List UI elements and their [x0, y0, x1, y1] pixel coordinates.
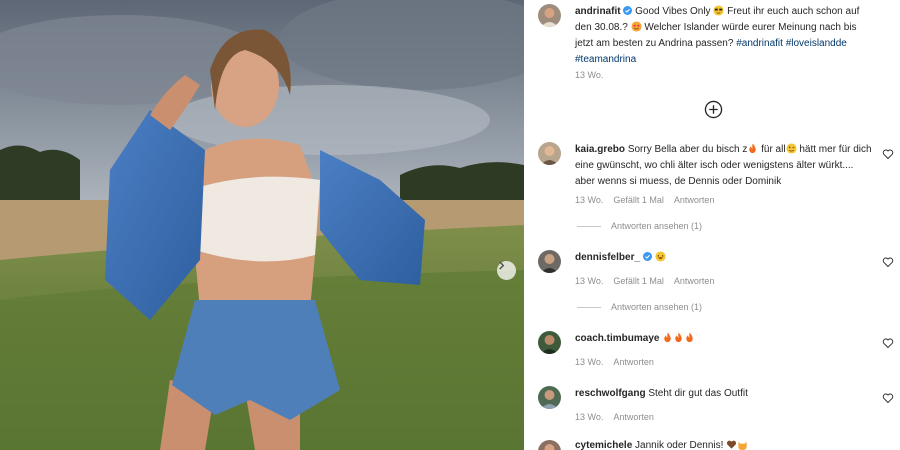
comment-text: coach.timbumaye: [575, 331, 875, 347]
cat-emoji-icon: [738, 441, 747, 450]
view-replies-button[interactable]: Antworten ansehen (1): [577, 302, 702, 312]
next-image-button[interactable]: [497, 261, 516, 280]
replies-divider: [577, 225, 601, 227]
hashtag[interactable]: #teamandrina: [575, 54, 636, 65]
brown-heart-emoji-icon: [727, 440, 737, 449]
fire-emoji-icon: [686, 332, 693, 343]
comment-text: reschwolfgang Steht dir gut das Outfit: [575, 386, 875, 402]
comment-body: Steht dir gut das Outfit: [648, 388, 748, 399]
heart-eyes-emoji-icon: [631, 21, 642, 32]
post-photo: [0, 0, 524, 450]
comment-meta: 13 Wo. Gefällt 1 Mal Antworten: [575, 195, 714, 205]
hashtag[interactable]: #andrinafit: [736, 38, 783, 49]
reply-button[interactable]: Antworten: [613, 412, 654, 422]
winking-emoji-icon: [786, 143, 797, 154]
comment-text: cytemichele Jannik oder Dennis!: [575, 438, 875, 450]
comment-username[interactable]: reschwolfgang: [575, 388, 646, 399]
comment-likes[interactable]: Gefällt 1 Mal: [613, 195, 664, 205]
avatar[interactable]: [538, 386, 561, 409]
reply-button[interactable]: Antworten: [674, 276, 715, 286]
plus-circle-icon[interactable]: [704, 100, 723, 119]
post-caption: andrinafit Good Vibes Only Freut ihr euc…: [575, 4, 875, 68]
comment-meta: 13 Wo. Antworten: [575, 412, 654, 422]
comment-text: kaia.grebo Sorry Bella aber du bisch z f…: [575, 142, 875, 190]
comment-body-a: Sorry Bella aber du bisch z: [627, 144, 748, 155]
caption-time[interactable]: 13 Wo.: [575, 70, 603, 80]
like-heart-icon[interactable]: [882, 148, 894, 160]
view-replies-button[interactable]: Antworten ansehen (1): [577, 221, 702, 231]
verified-badge-icon: [623, 6, 633, 15]
sunglasses-emoji-icon: [713, 5, 724, 16]
hashtag[interactable]: #loveislandde: [786, 38, 847, 49]
avatar[interactable]: [538, 250, 561, 273]
like-heart-icon[interactable]: [882, 337, 894, 349]
caption-username[interactable]: andrinafit: [575, 6, 621, 17]
avatar[interactable]: [538, 4, 561, 27]
replies-divider: [577, 306, 601, 308]
fire-emoji-icon: [749, 143, 757, 154]
comment-username[interactable]: coach.timbumaye: [575, 333, 659, 344]
comments-panel: andrinafit Good Vibes Only Freut ihr euc…: [524, 0, 900, 450]
avatar[interactable]: [538, 440, 561, 450]
view-replies-label: Antworten ansehen (1): [611, 221, 703, 231]
comment-meta: 13 Wo. Antworten: [575, 357, 654, 367]
comment-body: Jannik oder Dennis!: [635, 440, 724, 450]
caption-meta: 13 Wo.: [575, 70, 603, 80]
caption-text-a: Good Vibes Only: [632, 6, 714, 17]
verified-badge-icon: [642, 252, 652, 261]
comment-time[interactable]: 13 Wo.: [575, 276, 603, 286]
comment-time[interactable]: 13 Wo.: [575, 412, 603, 422]
view-replies-label: Antworten ansehen (1): [611, 302, 703, 312]
reply-button[interactable]: Antworten: [613, 357, 654, 367]
reply-button[interactable]: Antworten: [674, 195, 715, 205]
like-heart-icon[interactable]: [882, 256, 894, 268]
fire-emoji-icon: [675, 332, 682, 343]
laughing-emoji-icon: [655, 251, 666, 262]
comment-username[interactable]: dennisfelber_: [575, 252, 640, 263]
like-heart-icon[interactable]: [882, 392, 894, 404]
comment-meta: 13 Wo. Gefällt 1 Mal Antworten: [575, 276, 714, 286]
comment-likes[interactable]: Gefällt 1 Mal: [613, 276, 664, 286]
chevron-right-icon: [499, 261, 505, 270]
avatar[interactable]: [538, 142, 561, 165]
comment-body-b: für all: [758, 144, 786, 155]
comment-username[interactable]: kaia.grebo: [575, 144, 625, 155]
comment-time[interactable]: 13 Wo.: [575, 195, 603, 205]
avatar[interactable]: [538, 331, 561, 354]
comment-time[interactable]: 13 Wo.: [575, 357, 603, 367]
fire-emoji-icon: [664, 332, 671, 343]
comment-text: dennisfelber_: [575, 250, 875, 266]
comment-username[interactable]: cytemichele: [575, 440, 632, 450]
post-image: [0, 0, 524, 450]
